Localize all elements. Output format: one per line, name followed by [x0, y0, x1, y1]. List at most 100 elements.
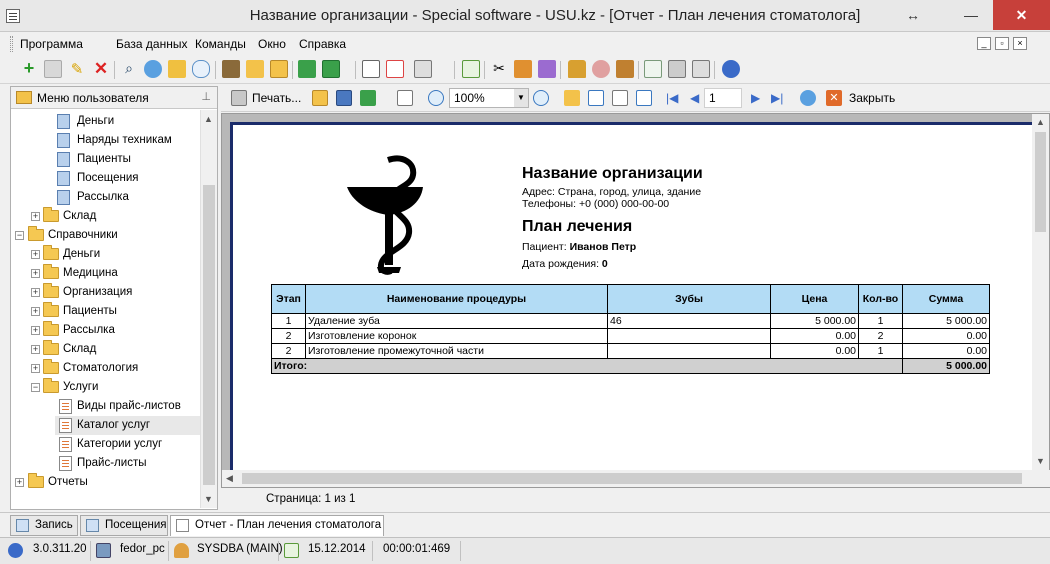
save-icon[interactable]	[336, 90, 352, 106]
scroll-up-icon[interactable]: ▲	[1036, 117, 1045, 127]
paint-icon[interactable]	[538, 60, 556, 78]
restore-button[interactable]: ↔	[890, 0, 936, 30]
delete-icon[interactable]: ✕	[92, 60, 110, 78]
collapse-icon[interactable]: −	[15, 231, 24, 240]
close-icon[interactable]: ✕	[826, 90, 842, 106]
add-icon[interactable]: +	[20, 59, 38, 78]
expand-icon[interactable]: +	[31, 288, 40, 297]
tab-appointments[interactable]: Запись	[10, 515, 78, 536]
next-page-icon[interactable]: ▶	[751, 91, 760, 105]
zoom-in-icon[interactable]	[428, 90, 444, 106]
comment-icon[interactable]	[192, 60, 210, 78]
page-setup-icon[interactable]	[397, 90, 413, 106]
binoculars-icon[interactable]	[222, 60, 240, 78]
tree-folder-patients[interactable]: + Пациенты	[11, 302, 201, 321]
tree-item-visits[interactable]: Посещения	[11, 169, 201, 188]
scroll-up-icon[interactable]: ▲	[204, 114, 213, 124]
export-excel-icon[interactable]	[298, 60, 316, 78]
print-button[interactable]: Печать...	[252, 91, 301, 105]
tree-folder-warehouse-2[interactable]: + Склад	[11, 340, 201, 359]
printer-icon[interactable]	[231, 90, 247, 106]
import-icon[interactable]	[322, 60, 340, 78]
settings-icon[interactable]	[514, 60, 532, 78]
tree-folder-organization[interactable]: + Организация	[11, 283, 201, 302]
fullscreen-icon[interactable]	[636, 90, 652, 106]
mdi-minimize-icon[interactable]: _	[977, 37, 991, 50]
hand-icon[interactable]	[616, 60, 634, 78]
close-tab-icon[interactable]	[386, 60, 404, 78]
mdi-close-icon[interactable]: ×	[1013, 37, 1027, 50]
info-icon[interactable]	[722, 60, 740, 78]
thumbnails-icon[interactable]	[588, 90, 604, 106]
tree-folder-medicine[interactable]: + Медицина	[11, 264, 201, 283]
tab-report[interactable]: Отчет - План лечения стоматолога	[170, 515, 384, 536]
expand-icon[interactable]: +	[31, 212, 40, 221]
expand-icon[interactable]: +	[31, 326, 40, 335]
tree-folder-services[interactable]: − Услуги	[11, 378, 201, 397]
calendar-icon[interactable]	[462, 60, 480, 78]
zoom-select[interactable]: 100% ▼	[449, 88, 529, 108]
mdi-restore-icon[interactable]: ▫	[995, 37, 1009, 50]
refresh-icon[interactable]	[144, 60, 162, 78]
edit-report-icon[interactable]	[612, 90, 628, 106]
tree-folder-warehouse[interactable]: + Склад	[11, 207, 201, 226]
tree-item-mailing[interactable]: Рассылка	[11, 188, 201, 207]
zoom-out-icon[interactable]	[533, 90, 549, 106]
printer-icon[interactable]	[668, 60, 686, 78]
edit-icon[interactable]: ✎	[68, 60, 86, 78]
table-icon[interactable]	[644, 60, 662, 78]
scroll-down-icon[interactable]: ▼	[1036, 456, 1045, 466]
print-setup-icon[interactable]	[414, 60, 432, 78]
tree-scrollbar[interactable]: ▲ ▼	[200, 110, 217, 508]
new-window-icon[interactable]	[362, 60, 380, 78]
report-horizontal-scrollbar[interactable]: ◀	[222, 470, 1050, 487]
scroll-thumb[interactable]	[203, 185, 215, 485]
tree-collapse-icon[interactable]	[270, 60, 288, 78]
dropdown-arrow-icon[interactable]: ▼	[514, 89, 528, 107]
search-icon[interactable]: ⌕	[120, 60, 138, 78]
menu-program[interactable]: Программа	[20, 37, 83, 51]
close-window-button[interactable]: ✕	[993, 0, 1050, 30]
expand-icon[interactable]: +	[31, 364, 40, 373]
users-icon[interactable]	[592, 60, 610, 78]
refresh-icon[interactable]	[800, 90, 816, 106]
tree-item-patients[interactable]: Пациенты	[11, 150, 201, 169]
tree-item-money[interactable]: Деньги	[11, 112, 201, 131]
expand-icon[interactable]: +	[31, 250, 40, 259]
menu-database[interactable]: База данных	[116, 37, 187, 51]
first-page-icon[interactable]: |◀	[666, 91, 678, 105]
report-vertical-scrollbar[interactable]: ▲ ▼	[1032, 114, 1049, 471]
filter-icon[interactable]	[168, 60, 186, 78]
menu-commands[interactable]: Команды	[195, 37, 246, 51]
minimize-button[interactable]: —	[948, 0, 994, 30]
collapse-icon[interactable]: −	[31, 383, 40, 392]
tree-folder-reports[interactable]: + Отчеты	[11, 473, 201, 492]
tree-folder-dentistry[interactable]: + Стоматология	[11, 359, 201, 378]
media-icon[interactable]	[692, 60, 710, 78]
tab-visits[interactable]: Посещения	[80, 515, 168, 536]
tree-item-price-list-types[interactable]: Виды прайс-листов	[11, 397, 201, 416]
expand-icon[interactable]: +	[31, 307, 40, 316]
menu-window[interactable]: Окно	[258, 37, 286, 51]
expand-icon[interactable]: +	[15, 478, 24, 487]
pin-icon[interactable]: ⊥	[201, 90, 211, 103]
menu-help[interactable]: Справка	[299, 37, 346, 51]
open-icon[interactable]	[312, 90, 328, 106]
outline-icon[interactable]	[564, 90, 580, 106]
tree-item-technician-orders[interactable]: Наряды техникам	[11, 131, 201, 150]
prev-page-icon[interactable]: ◀	[690, 91, 699, 105]
page-number-input[interactable]: 1	[704, 88, 742, 108]
expand-icon[interactable]: +	[31, 345, 40, 354]
lock-icon[interactable]	[568, 60, 586, 78]
tree-expand-icon[interactable]	[246, 60, 264, 78]
tree-item-service-categories[interactable]: Категории услуг	[11, 435, 201, 454]
tree-folder-money[interactable]: + Деньги	[11, 245, 201, 264]
copy-icon[interactable]	[44, 60, 62, 78]
tree-folder-mailing[interactable]: + Рассылка	[11, 321, 201, 340]
last-page-icon[interactable]: ▶|	[771, 91, 783, 105]
tree-folder-directories[interactable]: − Справочники	[11, 226, 201, 245]
scroll-thumb[interactable]	[1035, 132, 1046, 232]
scroll-down-icon[interactable]: ▼	[204, 494, 213, 504]
scroll-thumb[interactable]	[242, 473, 1022, 484]
tree-item-price-lists[interactable]: Прайс-листы	[11, 454, 201, 473]
